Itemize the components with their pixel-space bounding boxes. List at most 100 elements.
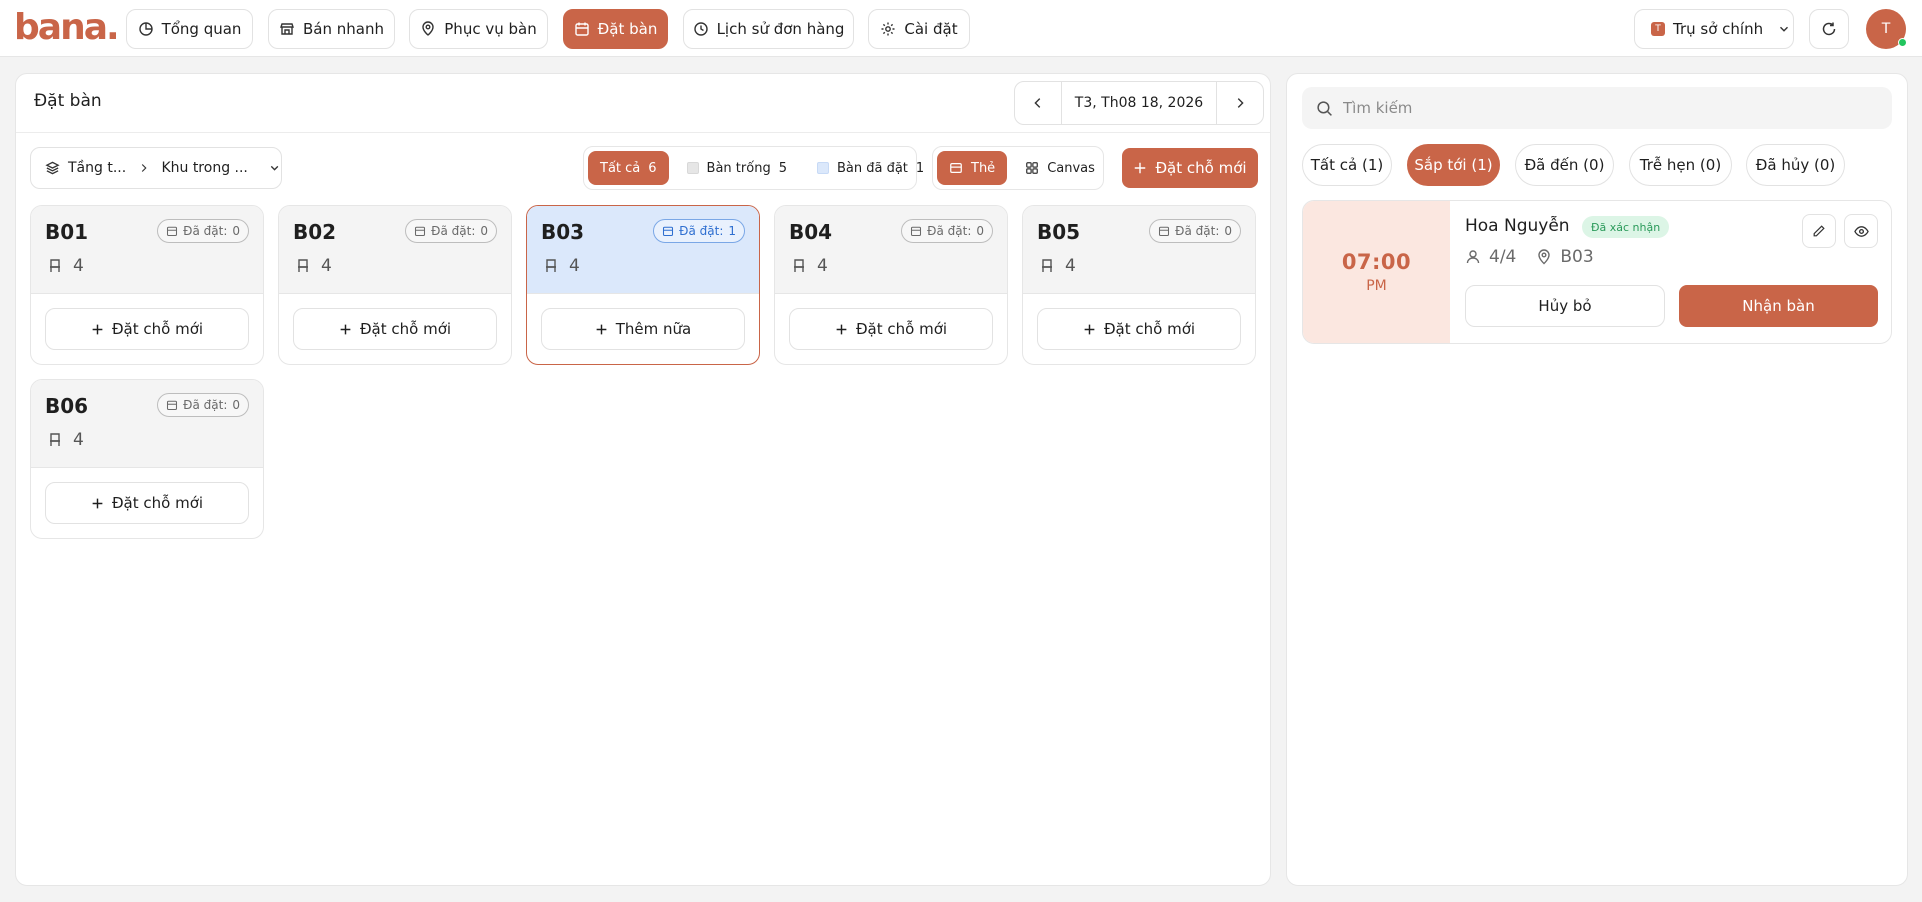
booked-count-badge: Đã đặt: 0 (157, 219, 249, 243)
refresh-button[interactable] (1809, 9, 1849, 49)
booked-count: 0 (232, 398, 240, 412)
logo-text: bana (14, 7, 108, 48)
edit-reservation-button[interactable] (1802, 214, 1836, 248)
chevron-right-icon (142, 164, 147, 172)
prev-date-button[interactable] (1015, 82, 1062, 124)
table-action-button[interactable]: Thêm nữa (541, 308, 745, 350)
filter-booked-tables[interactable]: Bàn đã đặt 1 (805, 151, 936, 185)
branch-name: Trụ sở chính (1673, 20, 1764, 38)
table-name: B06 (45, 394, 89, 418)
seat-number: 4 (73, 256, 84, 276)
tab-all[interactable]: Tất cả (1) (1302, 144, 1392, 186)
nav-table-service[interactable]: Phục vụ bàn (409, 9, 548, 49)
refresh-icon (1822, 22, 1836, 36)
filter-all[interactable]: Tất cả 6 (588, 151, 669, 185)
action-label: Đặt chỗ mới (111, 494, 204, 512)
current-date[interactable]: T3, Th08 18, 2026 (1062, 82, 1216, 124)
nav-label: Bán nhanh (303, 20, 384, 38)
table-action-button[interactable]: Đặt chỗ mới (45, 482, 249, 524)
nav-settings[interactable]: Cài đặt (868, 9, 970, 49)
table-action-button[interactable]: Đặt chỗ mới (789, 308, 993, 350)
bana-logo[interactable]: bana. (14, 7, 120, 48)
reservation-time: 07:00 (1341, 250, 1412, 274)
chair-icon (794, 259, 804, 272)
history-icon (693, 22, 708, 36)
tab-label: Trễ hẹn (0) (1639, 156, 1722, 174)
cancel-reservation-button[interactable]: Hủy bỏ (1465, 285, 1665, 327)
table-card-b02[interactable]: B02 Đã đặt: 0 4 Đặt chỗ mới (278, 205, 512, 365)
store-icon (280, 23, 294, 35)
floor-name: Tầng t... (68, 160, 127, 176)
seat-count: 4 (295, 256, 332, 276)
action-label: Đặt chỗ mới (855, 320, 948, 338)
chevron-left-icon (1034, 98, 1041, 108)
floor-area-selector[interactable]: Tầng t... Khu trong ... (30, 147, 282, 189)
search-input[interactable] (1343, 99, 1843, 117)
booked-label: Đã đặt: (431, 224, 476, 238)
table-name: B04 (789, 220, 833, 244)
view-reservation-button[interactable] (1844, 214, 1878, 248)
table-card-b05[interactable]: B05 Đã đặt: 0 4 Đặt chỗ mới (1022, 205, 1256, 365)
seat-count: 4 (47, 430, 84, 450)
location-pin-icon (1538, 249, 1551, 265)
booked-label: Đã đặt: (183, 398, 228, 412)
new-booking-button[interactable]: Đặt chỗ mới (1122, 148, 1258, 188)
reservation-ampm: PM (1366, 278, 1387, 294)
table-card-b06[interactable]: B06 Đã đặt: 0 4 Đặt chỗ mới (30, 379, 264, 539)
accept-table-button[interactable]: Nhận bàn (1679, 285, 1878, 327)
plus-icon (596, 324, 607, 334)
nav-overview[interactable]: Tổng quan (126, 9, 253, 49)
header-divider (16, 132, 1270, 133)
user-avatar[interactable]: T (1866, 9, 1907, 49)
nav-quick-sale[interactable]: Bán nhanh (268, 9, 395, 49)
table-action-button[interactable]: Đặt chỗ mới (293, 308, 497, 350)
nav-reservations[interactable]: Đặt bàn (563, 9, 668, 49)
branch-selector[interactable]: T Trụ sở chính (1634, 9, 1794, 49)
seat-number: 4 (569, 256, 580, 276)
view-card[interactable]: Thẻ (937, 151, 1008, 185)
table-card-b03[interactable]: B03 Đã đặt: 1 4 Thêm nữa (526, 205, 760, 365)
pie-chart-icon (138, 22, 153, 36)
nav-label: Lịch sử đơn hàng (716, 20, 845, 38)
plus-icon (1135, 162, 1146, 174)
view-canvas[interactable]: Canvas (1013, 151, 1107, 185)
booked-count: 0 (1224, 224, 1232, 238)
table-action-button[interactable]: Đặt chỗ mới (1037, 308, 1241, 350)
tab-label: Đã hủy (0) (1755, 156, 1836, 174)
new-booking-label: Đặt chỗ mới (1155, 159, 1247, 177)
chair-icon (1042, 259, 1052, 272)
table-card-b04[interactable]: B04 Đã đặt: 0 4 Đặt chỗ mới (774, 205, 1008, 365)
tab-cancelled[interactable]: Đã hủy (0) (1746, 144, 1845, 186)
chair-icon (298, 259, 308, 272)
nav-label: Đặt bàn (597, 20, 658, 38)
booked-count-badge: Đã đặt: 0 (1149, 219, 1241, 243)
booked-count-badge: Đã đặt: 0 (901, 219, 993, 243)
area-name: Khu trong ... (161, 160, 248, 176)
seat-number: 4 (321, 256, 332, 276)
nav-order-history[interactable]: Lịch sử đơn hàng (683, 9, 854, 49)
table-card-b01[interactable]: B01 Đã đặt: 0 4 Đặt chỗ mới (30, 205, 264, 365)
table-name: B02 (293, 220, 337, 244)
table-action-button[interactable]: Đặt chỗ mới (45, 308, 249, 350)
next-date-button[interactable] (1216, 82, 1263, 124)
branch-badge: T (1651, 22, 1665, 36)
filter-label: Bàn đã đặt (836, 160, 908, 176)
calendar-icon (663, 226, 674, 237)
tab-label: Sắp tới (1) (1414, 156, 1493, 174)
eye-icon (1853, 225, 1869, 237)
chair-icon (546, 259, 556, 272)
seat-number: 4 (73, 430, 84, 450)
empty-legend-swatch (686, 162, 699, 174)
reservation-card[interactable]: 07:00 PM Hoa Nguyễn Đã xác nhận 4/4 B03 … (1302, 200, 1892, 344)
nav-label: Phục vụ bàn (444, 20, 537, 38)
filter-empty-tables[interactable]: Bàn trống 5 (675, 151, 799, 185)
tab-upcoming[interactable]: Sắp tới (1) (1407, 144, 1500, 186)
booked-count: 1 (728, 224, 736, 238)
tab-arrived[interactable]: Đã đến (0) (1515, 144, 1614, 186)
filter-count: 5 (778, 160, 787, 176)
customer-name: Hoa Nguyễn (1465, 216, 1570, 236)
filter-label: Tất cả (600, 160, 641, 176)
user-icon (1466, 250, 1480, 264)
tab-late[interactable]: Trễ hẹn (0) (1629, 144, 1732, 186)
table-status-filter: Tất cả 6 Bàn trống 5 Bàn đã đặt 1 (583, 146, 924, 190)
